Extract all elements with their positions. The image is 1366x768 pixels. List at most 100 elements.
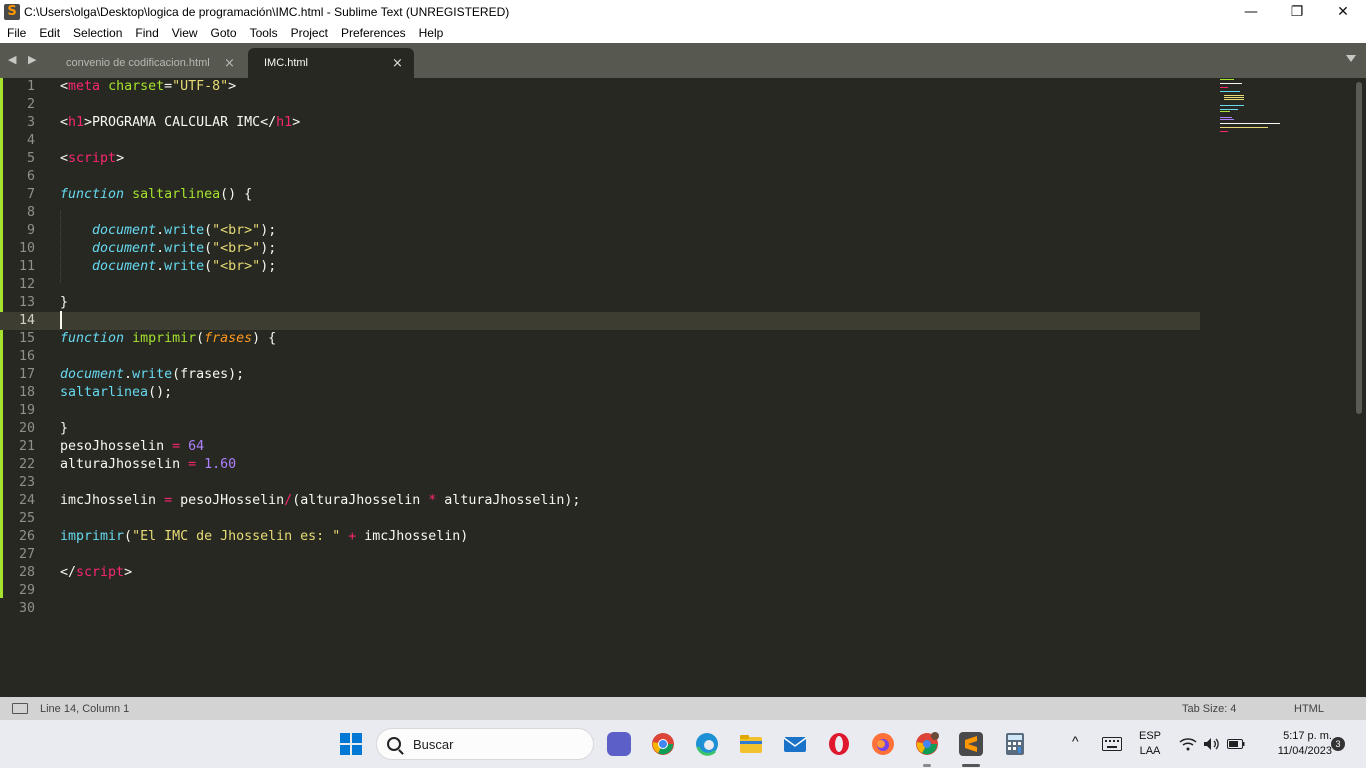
language-code: ESP [1138,730,1161,742]
tab-imc[interactable]: IMC.html × [248,48,414,78]
file-explorer-icon[interactable] [739,732,763,756]
chrome-icon[interactable] [651,732,675,756]
code-text: document.write(frases); [60,367,245,382]
code-line: 26 imprimir("El IMC de Jhosselin es: " + … [0,528,1200,546]
restore-button[interactable]: ❐ [1274,0,1320,23]
tab-nav-arrows-icon[interactable]: ◀ ▶ [8,53,40,66]
window-controls: — ❐ ✕ [1228,0,1366,23]
language-indicator[interactable]: ESP LAA [1134,729,1166,759]
tray-chevron-icon[interactable]: ^ [1072,734,1079,749]
chrome-profile-icon[interactable] [915,732,939,756]
code-line: 4 [0,132,1200,150]
close-window-button[interactable]: ✕ [1320,0,1366,23]
code-text: </script> [60,565,133,580]
opera-icon[interactable] [827,732,851,756]
code-line: 2 [0,96,1200,114]
code-text: alturaJhosselin = 1.60 [60,457,237,472]
tab-bar: ◀ ▶ convenio de codificacion.html × IMC.… [0,43,1366,78]
tab-size-indicator[interactable]: Tab Size: 4 [1182,703,1236,715]
line-number: 19 [18,403,35,418]
code-line: 13} [0,294,1200,312]
code-line: 17 document.write(frases); [0,366,1200,384]
menu-find[interactable]: Find [128,26,164,40]
line-number: 1 [26,79,35,94]
code-line: 20} [0,420,1200,438]
minimize-button[interactable]: — [1228,0,1274,23]
line-number: 23 [18,475,35,490]
windows-start-icon[interactable] [339,732,363,756]
menu-selection[interactable]: Selection [66,26,128,40]
tab-list-dropdown-icon[interactable] [1346,55,1356,62]
running-indicator [923,764,931,767]
calculator-icon[interactable] [1003,732,1027,756]
active-indicator [962,764,980,767]
wifi-icon[interactable] [1176,732,1200,756]
code-text: document.write("<br>"); [92,223,277,238]
code-line: 29 [0,582,1200,600]
line-number: 11 [18,259,35,274]
syntax-indicator[interactable]: HTML [1294,703,1324,715]
clock[interactable]: 5:17 p. m. 11/04/2023 [1256,729,1332,759]
code-line: 16 [0,348,1200,366]
code-text: function saltarlinea() { [60,187,253,202]
line-number: 2 [26,97,35,112]
notification-badge[interactable]: 3 [1331,737,1345,751]
code-line-current: 14 [0,312,1200,330]
line-number: 22 [18,457,35,472]
taskbar-search[interactable]: Buscar [376,728,594,760]
menu-file[interactable]: File [0,26,32,40]
panel-toggle-icon[interactable] [12,703,28,714]
code-line: 28 </script> [0,564,1200,582]
tab-close-icon[interactable]: × [224,56,246,71]
code-line: 30 [0,600,1200,618]
battery-icon[interactable] [1224,732,1248,756]
firefox-icon[interactable] [871,732,895,756]
mail-icon[interactable] [783,732,807,756]
line-number: 12 [18,277,35,292]
keyboard-icon[interactable] [1100,732,1124,756]
code-line: 23 [0,474,1200,492]
line-number: 4 [26,133,35,148]
code-text: } [60,295,69,310]
vertical-scrollbar[interactable] [1356,82,1362,414]
code-text: <script> [60,151,125,166]
line-number: 3 [26,115,35,130]
menu-edit[interactable]: Edit [32,26,66,40]
tab-label: IMC.html [264,57,308,69]
tab-label: convenio de codificacion.html [66,57,210,69]
menu-goto[interactable]: Goto [204,26,243,40]
code-line: 27 [0,546,1200,564]
line-number: 7 [26,187,35,202]
code-text: saltarlinea(); [60,385,173,400]
code-editor[interactable]: 1 <meta charset="UTF-8"> 2 3 <h1>PROGRAMA … [0,78,1366,697]
code-line: 24 imcJhosselin = pesoJHosselin/(alturaJh… [0,492,1200,510]
code-line: 18 saltarlinea(); [0,384,1200,402]
code-line: 1 <meta charset="UTF-8"> [0,78,1200,96]
volume-icon[interactable] [1200,732,1224,756]
tab-close-icon[interactable]: × [392,56,414,71]
minimap[interactable] [1218,78,1290,138]
line-number: 30 [18,601,35,616]
line-number: 5 [26,151,35,166]
menu-help[interactable]: Help [412,26,450,40]
code-line: 11 document.write("<br>"); [0,258,1200,276]
window-title: C:\Users\olga\Desktop\logica de programa… [24,4,510,19]
menu-project[interactable]: Project [284,26,334,40]
windows-taskbar: Buscar ^ ESP LAA 5:17 p. m. 11/04/2023 3 [0,720,1366,768]
code-line: 3 <h1>PROGRAMA CALCULAR IMC</h1> [0,114,1200,132]
menu-view[interactable]: View [165,26,204,40]
menu-tools[interactable]: Tools [243,26,284,40]
line-number: 25 [18,511,35,526]
edge-icon[interactable] [695,732,719,756]
teams-chat-icon[interactable] [607,732,631,756]
tab-convenio[interactable]: convenio de codificacion.html × [50,48,246,78]
title-bar: S C:\Users\olga\Desktop\logica de progra… [0,0,1366,23]
line-number: 29 [18,583,35,598]
line-number: 6 [26,169,35,184]
line-number: 20 [18,421,35,436]
menu-preferences[interactable]: Preferences [334,26,412,40]
sublime-text-icon[interactable] [959,732,983,756]
sublime-app-icon: S [4,3,20,20]
line-number: 28 [18,565,35,580]
cursor-position: Line 14, Column 1 [40,702,130,715]
